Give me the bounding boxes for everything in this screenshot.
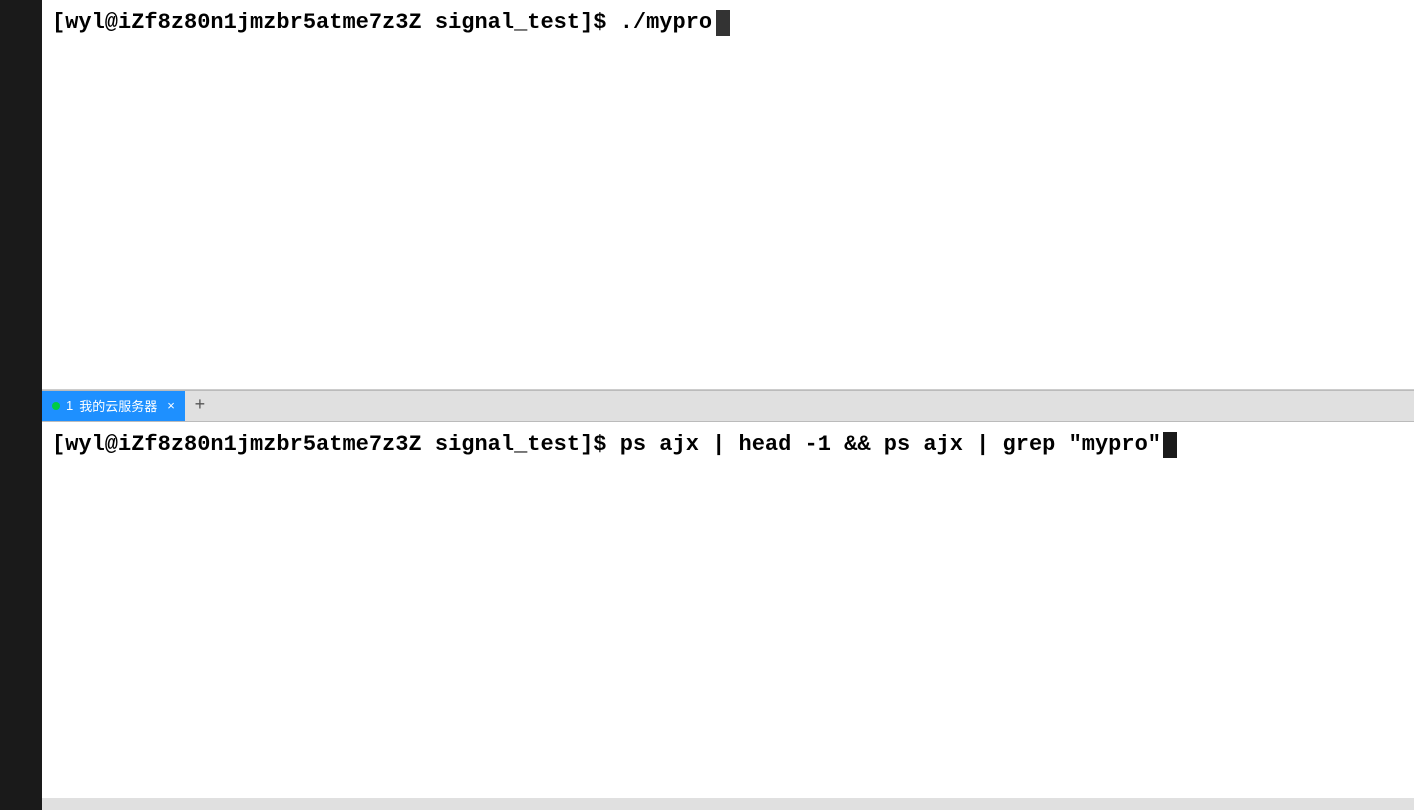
tab-label-1: 我的云服务器 <box>79 396 157 415</box>
tab-bar: 1 我的云服务器 × + <box>42 390 1414 422</box>
terminal-container: [wyl@iZf8z80n1jmzbr5atme7z3Z signal_test… <box>42 0 1414 810</box>
tab-item-1[interactable]: 1 我的云服务器 × <box>42 391 185 421</box>
bottom-prompt-text: [wyl@iZf8z80n1jmzbr5atme7z3Z signal_test… <box>52 430 1161 461</box>
top-pane: [wyl@iZf8z80n1jmzbr5atme7z3Z signal_test… <box>42 0 1414 390</box>
tab-add-button[interactable]: + <box>185 391 215 421</box>
main-area: [wyl@iZf8z80n1jmzbr5atme7z3Z signal_test… <box>0 0 1414 810</box>
top-cursor <box>716 10 730 36</box>
bottom-pane-line: [wyl@iZf8z80n1jmzbr5atme7z3Z signal_test… <box>52 430 1404 461</box>
tab-close-1[interactable]: × <box>167 398 175 413</box>
tab-number-1: 1 <box>66 398 73 413</box>
left-sidebar <box>0 0 42 810</box>
terminal-wrapper: [wyl@iZf8z80n1jmzbr5atme7z3Z signal_test… <box>0 0 1414 810</box>
tab-dot-1 <box>52 402 60 410</box>
bottom-cursor <box>1163 432 1177 458</box>
top-pane-line: [wyl@iZf8z80n1jmzbr5atme7z3Z signal_test… <box>52 8 1404 39</box>
top-prompt-text: [wyl@iZf8z80n1jmzbr5atme7z3Z signal_test… <box>52 8 712 39</box>
bottom-pane: [wyl@iZf8z80n1jmzbr5atme7z3Z signal_test… <box>42 422 1414 810</box>
bottom-scrollbar[interactable] <box>42 798 1414 810</box>
